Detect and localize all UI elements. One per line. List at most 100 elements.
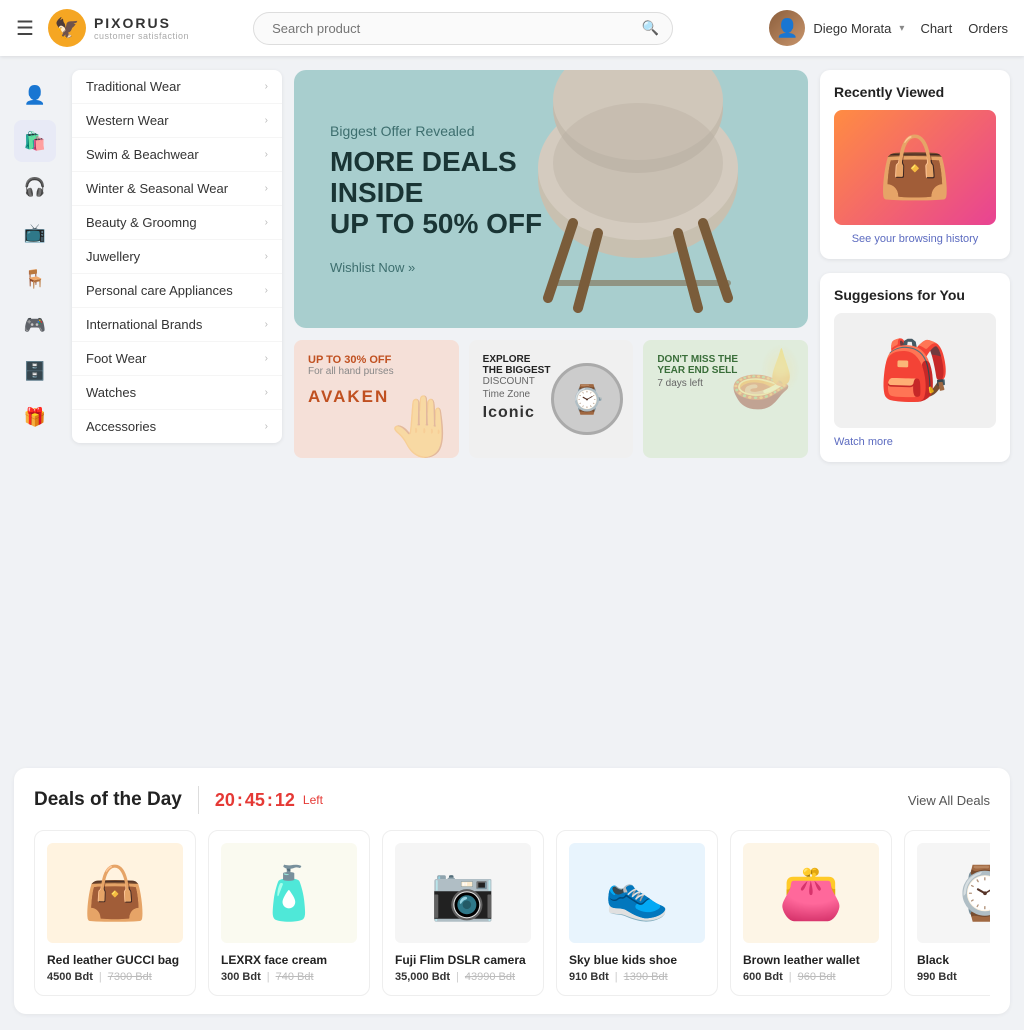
product-image-gucci: 👜 <box>47 843 183 943</box>
product-prices: 990 Bdt <box>917 971 990 983</box>
category-item-western[interactable]: Western Wear› <box>72 104 282 138</box>
sidebar-icons: 👤 🛍️ 🎧 📺 🪑 🎮 🗄️ 🎁 <box>10 70 60 754</box>
hero-text-area: Biggest Offer Revealed MORE DEALS INSIDE… <box>294 91 594 306</box>
category-item-accessories[interactable]: Accessories› <box>72 410 282 443</box>
user-area[interactable]: 👤 Diego Morata ▾ <box>769 10 904 46</box>
chart-nav-link[interactable]: Chart <box>920 21 952 36</box>
sub-banner-tag: UP TO 30% OFF <box>308 354 445 366</box>
search-icon: 🔍 <box>642 20 659 37</box>
sub-banners: UP TO 30% OFF For all hand purses AVAKEN… <box>294 340 808 458</box>
category-item-international[interactable]: International Brands› <box>72 308 282 342</box>
category-item-beauty[interactable]: Beauty & Groomng› <box>72 206 282 240</box>
deals-title: Deals of the Day <box>34 789 182 811</box>
product-price-new: 35,000 Bdt <box>395 971 450 983</box>
search-bar: 🔍 <box>253 12 673 45</box>
product-price-new: 910 Bdt <box>569 971 609 983</box>
see-history-link[interactable]: See your browsing history <box>834 233 996 245</box>
sidebar-icon-profile[interactable]: 👤 <box>14 74 56 116</box>
price-separator: | <box>99 971 102 983</box>
recently-viewed-image[interactable]: 👜 <box>834 110 996 225</box>
product-card-gucci[interactable]: 👜 Red leather GUCCI bag 4500 Bdt | 7300 … <box>34 830 196 996</box>
logo-tagline: customer satisfaction <box>94 31 189 41</box>
menu-icon[interactable]: ☰ <box>16 16 34 41</box>
product-card-wallet[interactable]: 👛 Brown leather wallet 600 Bdt | 960 Bdt <box>730 830 892 996</box>
product-price-new: 300 Bdt <box>221 971 261 983</box>
chevron-icon: › <box>265 353 268 364</box>
chevron-icon: › <box>265 285 268 296</box>
sub-banner-watches[interactable]: EXPLORE THE BIGGESTDISCOUNT Time Zone Ic… <box>469 340 634 458</box>
timer-seconds: 12 <box>275 790 295 811</box>
hand-decoration: 🤚 <box>386 391 459 458</box>
product-card-camera[interactable]: 📷 Fuji Flim DSLR camera 35,000 Bdt | 439… <box>382 830 544 996</box>
product-card-lexrx[interactable]: 🧴 LEXRX face cream 300 Bdt | 740 Bdt <box>208 830 370 996</box>
logo-bird-icon: 🦅 <box>48 9 86 47</box>
avatar: 👤 <box>769 10 805 46</box>
logo-name: PIXORUS <box>94 15 189 31</box>
product-card-shoe[interactable]: 👟 Sky blue kids shoe 910 Bdt | 1390 Bdt <box>556 830 718 996</box>
category-item-footwear[interactable]: Foot Wear› <box>72 342 282 376</box>
sidebar-icon-support[interactable]: 🎧 <box>14 166 56 208</box>
sidebar-icon-shelves[interactable]: 🗄️ <box>14 350 56 392</box>
user-caret-icon: ▾ <box>899 23 904 34</box>
category-nav: Traditional Wear› Western Wear› Swim & B… <box>72 70 282 443</box>
category-item-swim[interactable]: Swim & Beachwear› <box>72 138 282 172</box>
product-prices: 300 Bdt | 740 Bdt <box>221 971 357 983</box>
sidebar-icon-shopping[interactable]: 🛍️ <box>14 120 56 162</box>
suggestions-title: Suggesions for You <box>834 287 996 303</box>
orders-nav-link[interactable]: Orders <box>968 21 1008 36</box>
deals-timer: 20 : 45 : 12 Left <box>215 790 323 811</box>
logo-area: 🦅 PIXORUS customer satisfaction <box>48 9 198 47</box>
search-input[interactable] <box>253 12 673 45</box>
product-prices: 35,000 Bdt | 43990 Bdt <box>395 971 531 983</box>
product-price-new: 990 Bdt <box>917 971 957 983</box>
products-row: 👜 Red leather GUCCI bag 4500 Bdt | 7300 … <box>34 830 990 996</box>
main-content: Biggest Offer Revealed MORE DEALS INSIDE… <box>294 70 808 754</box>
product-name: Sky blue kids shoe <box>569 953 705 967</box>
product-card-black[interactable]: ⌚ Black 990 Bdt <box>904 830 990 996</box>
header-right: 👤 Diego Morata ▾ Chart Orders <box>769 10 1008 46</box>
product-name: LEXRX face cream <box>221 953 357 967</box>
watch-more-link[interactable]: Watch more <box>834 436 996 448</box>
category-item-traditional[interactable]: Traditional Wear› <box>72 70 282 104</box>
product-name: Red leather GUCCI bag <box>47 953 183 967</box>
category-item-personal-care[interactable]: Personal care Appliances› <box>72 274 282 308</box>
chevron-icon: › <box>265 421 268 432</box>
category-item-watches[interactable]: Watches› <box>72 376 282 410</box>
sidebar-icon-gaming[interactable]: 🎮 <box>14 304 56 346</box>
hero-title: MORE DEALS INSIDEUP TO 50% OFF <box>330 147 558 239</box>
product-price-old: 1390 Bdt <box>624 971 668 983</box>
chevron-icon: › <box>265 81 268 92</box>
hero-cta[interactable]: Wishlist Now » <box>330 260 558 275</box>
product-prices: 600 Bdt | 960 Bdt <box>743 971 879 983</box>
sidebar-icon-gift[interactable]: 🎁 <box>14 396 56 438</box>
suggestions-image[interactable]: 🎒 <box>834 313 996 428</box>
timer-left: Left <box>303 793 323 807</box>
timer-colon2: : <box>267 790 273 811</box>
sub-banner-seasonal[interactable]: DON'T MISS THE YEAR END SELL 7 days left… <box>643 340 808 458</box>
timer-minutes: 45 <box>245 790 265 811</box>
category-item-winter[interactable]: Winter & Seasonal Wear› <box>72 172 282 206</box>
chevron-icon: › <box>265 387 268 398</box>
sidebar-icon-tv[interactable]: 📺 <box>14 212 56 254</box>
product-price-new: 4500 Bdt <box>47 971 93 983</box>
deals-section: Deals of the Day 20 : 45 : 12 Left View … <box>14 768 1010 1014</box>
sub-banner-tag2: EXPLORE <box>483 354 620 365</box>
category-item-jewellery[interactable]: Juwellery› <box>72 240 282 274</box>
chevron-icon: › <box>265 115 268 126</box>
watch-decoration: ⌚ <box>551 363 623 435</box>
product-image-lexrx: 🧴 <box>221 843 357 943</box>
view-all-deals[interactable]: View All Deals <box>908 793 990 808</box>
right-sidebar: Recently Viewed 👜 See your browsing hist… <box>820 70 1010 754</box>
product-image-shoe: 👟 <box>569 843 705 943</box>
sidebar-icon-furniture[interactable]: 🪑 <box>14 258 56 300</box>
recently-viewed-card: Recently Viewed 👜 See your browsing hist… <box>820 70 1010 259</box>
product-price-new: 600 Bdt <box>743 971 783 983</box>
sub-banner-handbag[interactable]: UP TO 30% OFF For all hand purses AVAKEN… <box>294 340 459 458</box>
chevron-icon: › <box>265 217 268 228</box>
chevron-icon: › <box>265 319 268 330</box>
chevron-icon: › <box>265 251 268 262</box>
chevron-icon: › <box>265 149 268 160</box>
product-price-old: 43990 Bdt <box>465 971 515 983</box>
deals-header: Deals of the Day 20 : 45 : 12 Left View … <box>34 786 990 814</box>
main-layout: 👤 🛍️ 🎧 📺 🪑 🎮 🗄️ 🎁 Traditional Wear› West… <box>0 56 1024 768</box>
